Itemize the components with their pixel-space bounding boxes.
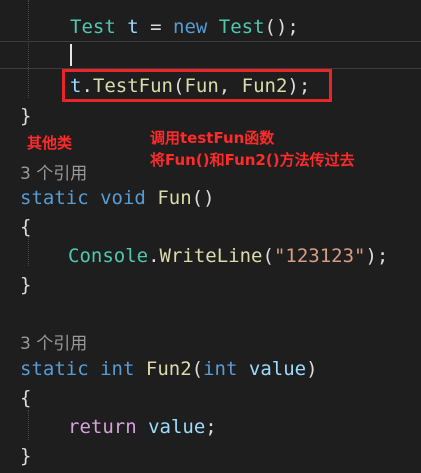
annotation-call-note-1: 调用testFun函数	[150, 129, 275, 147]
dot: .	[148, 245, 160, 267]
class-name: Console	[68, 245, 149, 267]
parameter-type: int	[203, 358, 238, 380]
constructor-name: Test	[218, 16, 265, 38]
code-line-close-brace[interactable]: }	[20, 442, 31, 470]
open-paren: (	[191, 358, 204, 380]
variable-name: t	[127, 16, 139, 38]
keyword-static: static	[20, 358, 89, 380]
close-paren: )	[306, 358, 318, 380]
return-value: value	[148, 416, 206, 438]
keyword: new	[173, 16, 208, 38]
open-paren: (	[262, 245, 274, 267]
brace: }	[20, 274, 32, 296]
brace: {	[20, 216, 32, 238]
code-line-open-brace[interactable]: {	[20, 384, 31, 412]
parameter-name: value	[248, 358, 307, 380]
code-line-open-brace[interactable]: {	[20, 213, 31, 241]
keyword-static: static	[20, 187, 89, 209]
code-line-fun2-signature[interactable]: static int Fun2(int value)	[20, 355, 318, 383]
code-line-fun-signature[interactable]: static void Fun()	[20, 184, 215, 212]
brace: }	[20, 105, 32, 127]
annotation-call-note-2: 将Fun()和Fun2()方法传过去	[150, 151, 355, 169]
current-line-highlight	[0, 41, 421, 69]
indent-guide	[28, 410, 29, 440]
brace: }	[20, 445, 32, 467]
code-line-close-brace[interactable]: }	[20, 102, 31, 130]
operator: =	[138, 16, 173, 38]
type-name: Test	[70, 16, 116, 38]
semicolon: ;	[205, 416, 217, 438]
parens: ()	[191, 187, 215, 209]
string-literal: "123123"	[273, 245, 366, 267]
keyword-void: void	[100, 187, 146, 209]
code-line-test-declaration[interactable]: Test t = new Test();	[70, 13, 299, 41]
reference-count-fun2[interactable]: 3 个引用	[20, 330, 87, 358]
keyword-int: int	[100, 358, 135, 380]
call-highlight-box	[62, 69, 332, 102]
annotation-other-class: 其他类	[27, 134, 73, 152]
code-line-return[interactable]: return value;	[68, 413, 217, 441]
text-caret	[70, 44, 72, 66]
code-line-close-brace[interactable]: }	[20, 271, 31, 299]
keyword-return: return	[68, 416, 137, 438]
punctuation: );	[365, 245, 389, 267]
brace: {	[20, 387, 32, 409]
method-name: WriteLine	[159, 245, 263, 267]
code-line-console-writeline[interactable]: Console.WriteLine("123123");	[68, 242, 388, 270]
method-name: Fun	[157, 187, 192, 209]
punctuation: ();	[264, 16, 299, 38]
method-name: Fun2	[145, 358, 192, 380]
